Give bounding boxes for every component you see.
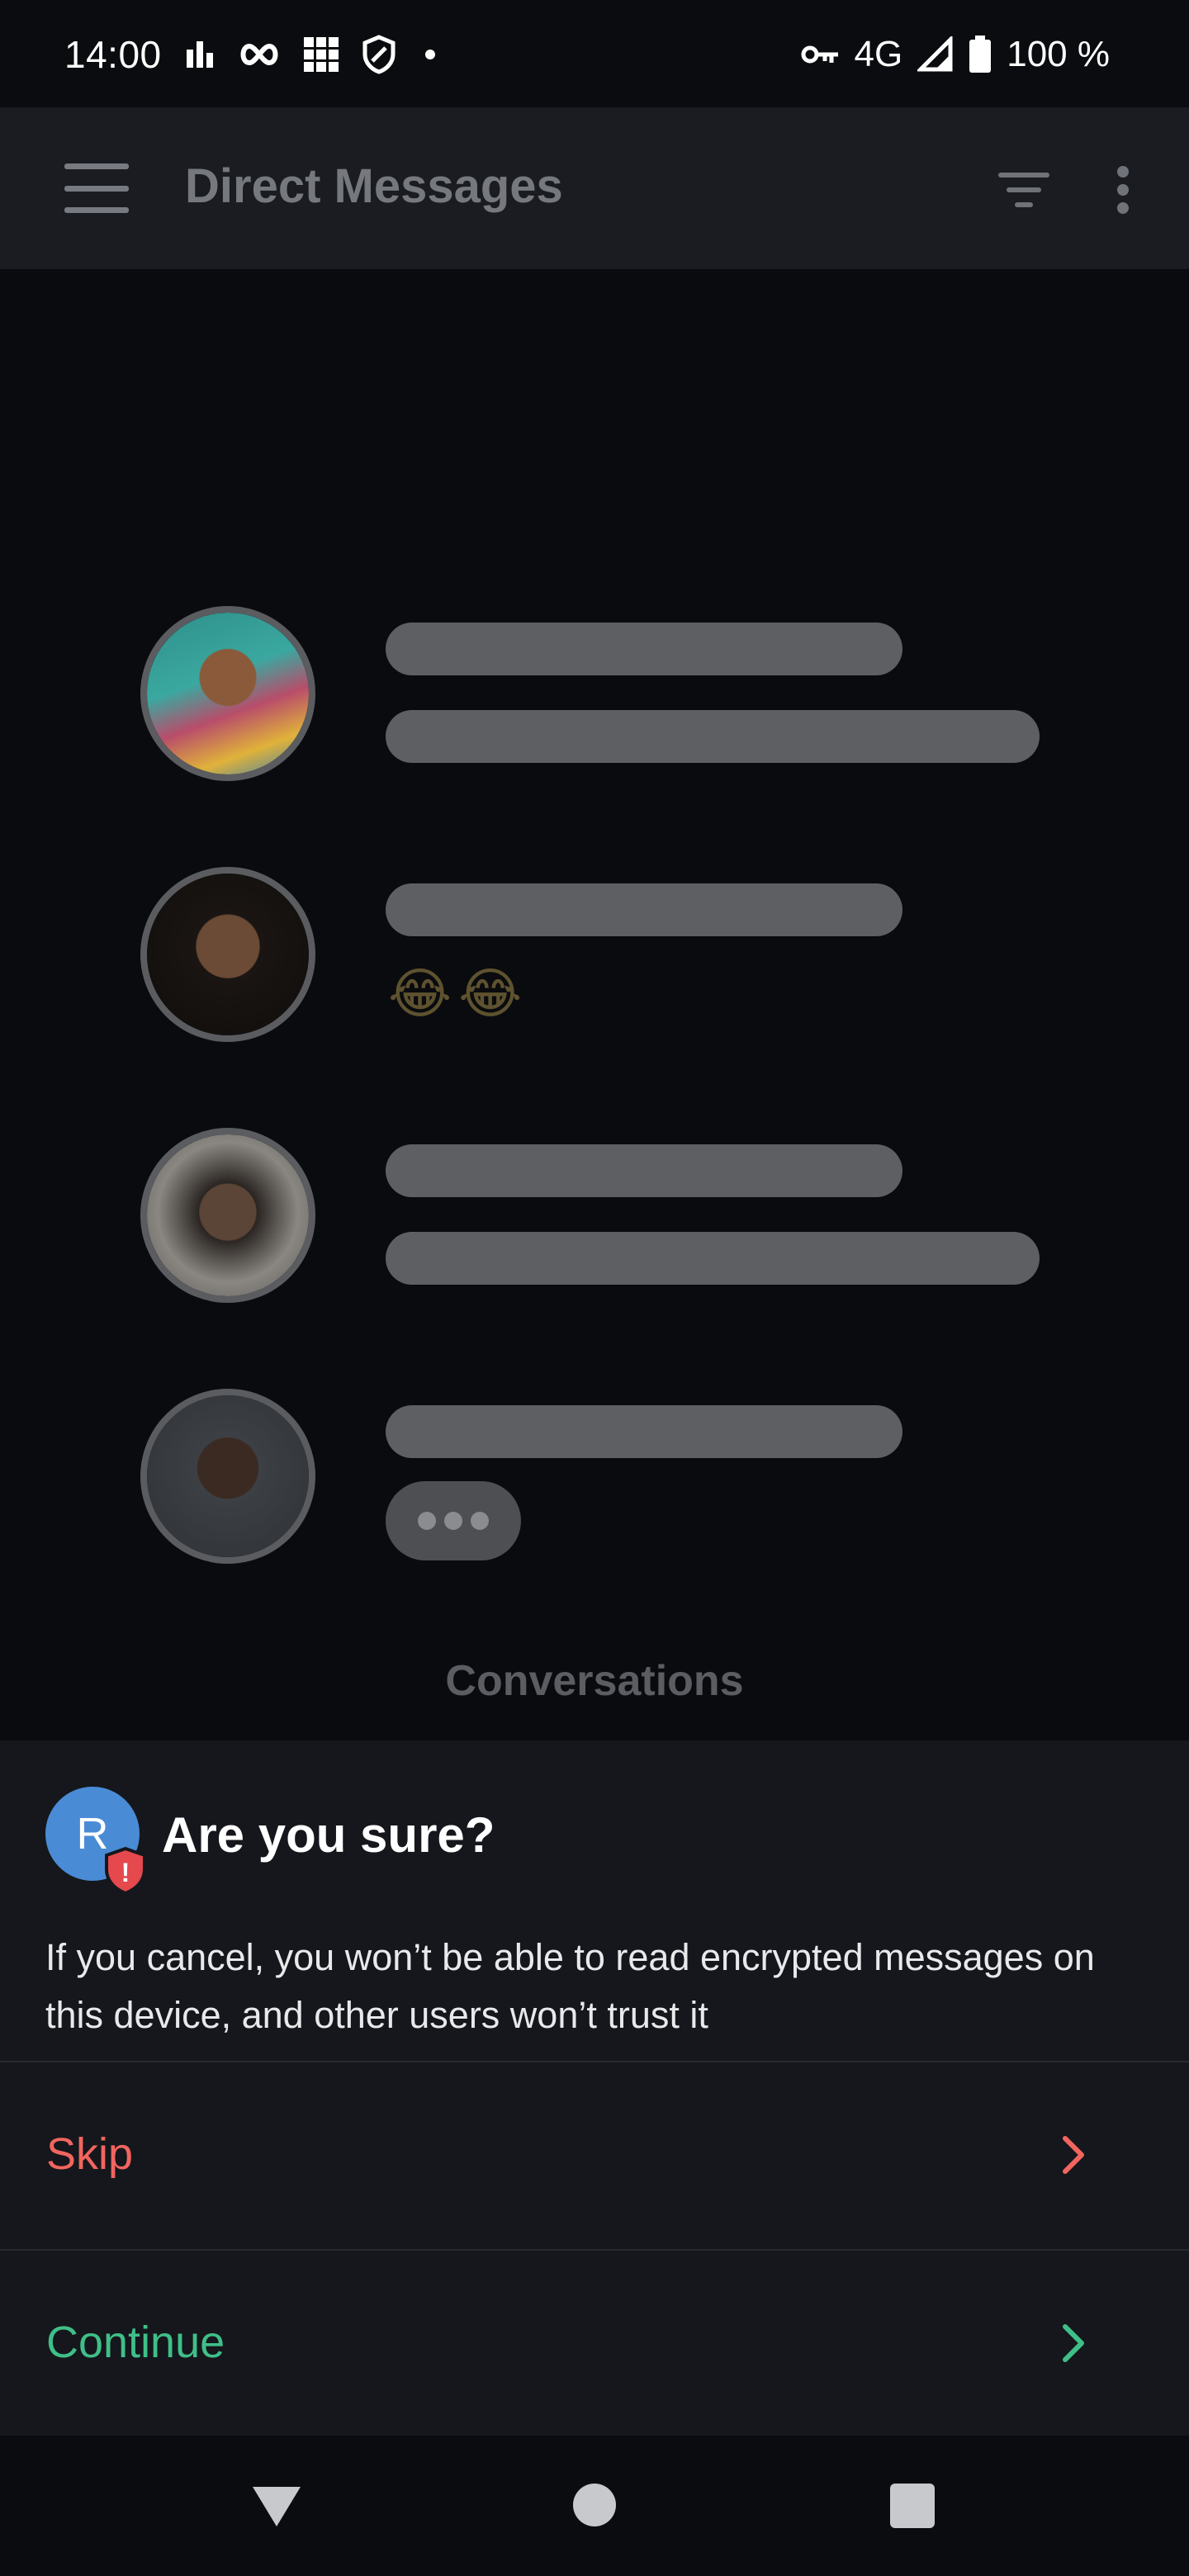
continue-button[interactable]: Continue [0,2251,1189,2437]
placeholder-bar [386,1232,1040,1285]
status-bar: 14:00 4G 100 % [0,0,1189,107]
placeholder-bar [386,710,1040,763]
continue-label: Continue [46,2318,225,2367]
skip-label: Skip [46,2129,134,2179]
warning-shield-icon: ! [103,1846,148,1896]
section-label: Conversations [445,1657,744,1705]
placeholder-bar [386,1144,902,1197]
chevron-right-icon [1059,2318,1088,2368]
dialog-message: If you cancel, you won’t be able to read… [45,1936,1095,2036]
more-vert-icon[interactable] [1098,157,1148,223]
chevron-right-icon [1059,2130,1088,2180]
avatar [140,1389,315,1564]
list-item: 😂😂 [140,867,1049,1049]
placeholder-bar [386,623,902,675]
page-title: Direct Messages [185,159,563,213]
battery-icon [969,36,992,73]
avatar [140,1128,315,1303]
infinity-icon [238,40,281,69]
badge-mark: ! [121,1858,130,1887]
recents-icon[interactable] [890,2484,935,2528]
list-item [140,1128,1049,1309]
avatar [140,606,315,781]
status-bar-left: 14:00 [64,30,443,79]
conversation-list-placeholder: 😂😂 Conversations [0,269,1189,1740]
skip-button[interactable]: Skip [0,2062,1189,2249]
grid-icon [302,36,340,73]
status-bar-right: 4G 100 % [800,30,1110,79]
dialog-title: Are you sure? [162,1807,495,1863]
dot-icon [418,42,443,67]
message-preview: 😂😂 [388,963,529,1024]
status-time: 14:00 [64,33,162,76]
confirmation-sheet: R ! Are you sure? If you cancel, you won… [0,1740,1189,2436]
list-item [140,1389,1049,1570]
system-nav-bar [0,2436,1189,2576]
filter-icon[interactable] [991,157,1057,223]
menu-icon[interactable] [51,155,142,221]
vpn-key-icon [800,41,840,68]
home-icon[interactable] [573,2484,616,2526]
back-icon[interactable] [248,2482,306,2531]
list-item [140,606,1049,788]
network-type: 4G [854,34,903,74]
bar-chart-icon [183,38,216,71]
app-bar: Direct Messages [0,107,1189,269]
shield-icon [362,35,396,74]
battery-percent: 100 % [1007,34,1110,74]
placeholder-bar [386,1405,902,1458]
placeholder-bar [386,883,902,936]
typing-indicator [386,1481,521,1560]
signal-icon [917,36,954,73]
avatar [140,867,315,1042]
